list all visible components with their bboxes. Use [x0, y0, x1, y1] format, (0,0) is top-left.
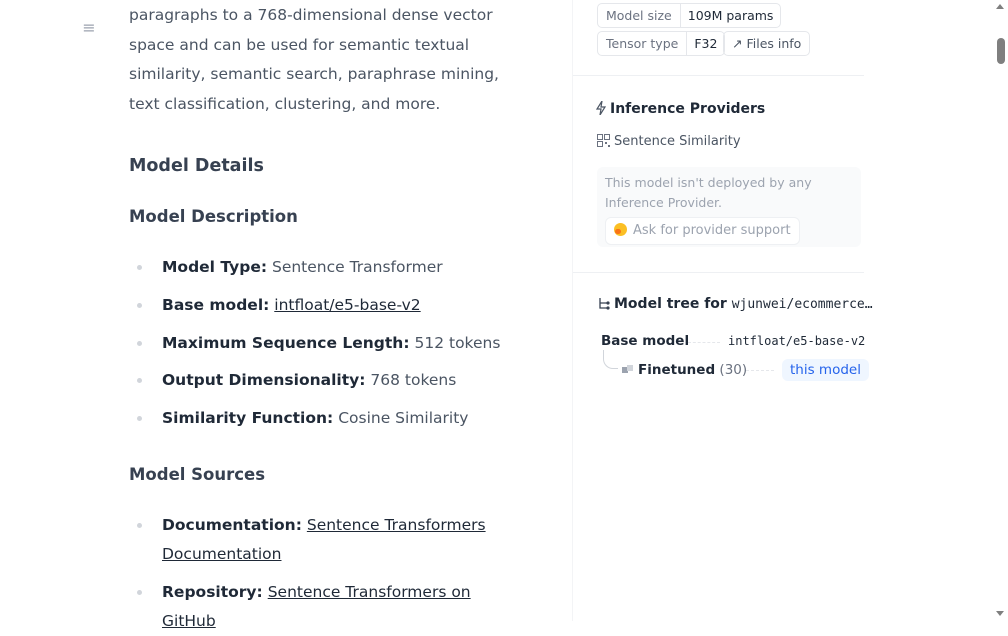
- this-model-badge: this model: [782, 359, 869, 381]
- hug-icon: [614, 223, 627, 236]
- list-item: Output Dimensionality: 768 tokens: [137, 366, 502, 395]
- qr-grid-icon: [597, 134, 610, 147]
- model-tree-repo: wjunwei/ecommerce…: [731, 297, 873, 312]
- scroll-up-icon[interactable]: [996, 4, 1004, 9]
- item-label: Maximum Sequence Length:: [162, 334, 410, 352]
- tensor-type-pill: Tensor type F32: [597, 31, 726, 56]
- task-link[interactable]: Sentence Similarity: [597, 134, 741, 149]
- item-label: Similarity Function:: [162, 409, 334, 427]
- model-details-heading: Model Details: [129, 156, 264, 176]
- tensor-type-label: Tensor type: [598, 32, 688, 55]
- list-item: Repository: Sentence Transformers on Git…: [137, 578, 502, 636]
- model-tree-prefix: Model tree for: [614, 296, 727, 312]
- model-tree-header: Model tree for wjunwei/ecommerce…: [598, 296, 873, 312]
- scroll-thumb[interactable]: [997, 38, 1005, 64]
- bullet: [137, 378, 142, 383]
- list-item: Base model: intfloat/e5-base-v2: [137, 291, 502, 320]
- finetuned-count: (30): [719, 362, 748, 378]
- item-value: 768 tokens: [365, 371, 457, 389]
- model-size-pill: Model size 109M params: [597, 3, 782, 28]
- intro-paragraph: paragraphs to a 768-dimensional dense ve…: [129, 6, 499, 113]
- item-value: Cosine Similarity: [333, 409, 469, 427]
- tensor-type-value: F32: [694, 36, 718, 51]
- tree-connector: [688, 342, 720, 343]
- section-divider: [573, 272, 864, 273]
- bullet: [137, 590, 142, 595]
- base-model-link[interactable]: intfloat/e5-base-v2: [274, 296, 420, 314]
- item-label: Model Type:: [162, 258, 268, 276]
- base-model-label: Base model: [601, 333, 690, 349]
- inference-providers-header: Inference Providers: [595, 100, 766, 117]
- arrow-up-right-icon: ↗: [732, 36, 743, 51]
- menu-icon[interactable]: ≡: [80, 18, 98, 38]
- list-item: Model Type: Sentence Transformer: [137, 253, 502, 282]
- tree-branch-line: [603, 350, 618, 369]
- model-size-value: 109M params: [687, 8, 774, 23]
- inference-providers-title: Inference Providers: [610, 101, 766, 117]
- item-label: Base model:: [162, 296, 270, 314]
- bullet: [137, 341, 142, 346]
- base-model-value[interactable]: intfloat/e5-base-v2: [728, 334, 865, 348]
- bullet: [137, 265, 142, 270]
- sidebar-divider: [572, 0, 573, 621]
- list-item: Documentation: Sentence Transformers Doc…: [137, 511, 502, 569]
- files-info-button[interactable]: ↗ Files info: [723, 31, 811, 56]
- model-description-heading: Model Description: [129, 207, 298, 226]
- item-label: Repository:: [162, 583, 263, 601]
- model-size-label: Model size: [598, 4, 681, 27]
- ask-provider-support-button[interactable]: Ask for provider support: [605, 217, 800, 245]
- finetuned-label: Finetuned: [638, 362, 716, 378]
- list-item: Maximum Sequence Length: 512 tokens: [137, 329, 502, 358]
- not-deployed-note: This model isn't deployed by any Inferen…: [605, 175, 812, 210]
- files-info-label: Files info: [746, 36, 802, 51]
- model-sources-heading: Model Sources: [129, 465, 266, 484]
- item-label: Documentation:: [162, 516, 302, 534]
- bullet: [137, 523, 142, 528]
- scrollbar[interactable]: [993, 0, 1008, 621]
- task-label: Sentence Similarity: [614, 134, 741, 149]
- item-value: Sentence Transformer: [267, 258, 443, 276]
- bullet: [137, 416, 142, 421]
- bolt-icon: [595, 100, 607, 116]
- tree-icon: [599, 298, 610, 310]
- section-divider: [573, 75, 864, 76]
- bullet: [137, 303, 142, 308]
- item-value: 512 tokens: [409, 334, 501, 352]
- finetuned-link[interactable]: Finetuned (30): [621, 362, 747, 378]
- scroll-down-icon[interactable]: [996, 611, 1004, 616]
- tree-connector: [746, 370, 774, 371]
- list-item: Similarity Function: Cosine Similarity: [137, 404, 502, 433]
- cube-icon: [622, 365, 633, 373]
- ask-support-label: Ask for provider support: [633, 223, 791, 238]
- item-label: Output Dimensionality:: [162, 371, 366, 389]
